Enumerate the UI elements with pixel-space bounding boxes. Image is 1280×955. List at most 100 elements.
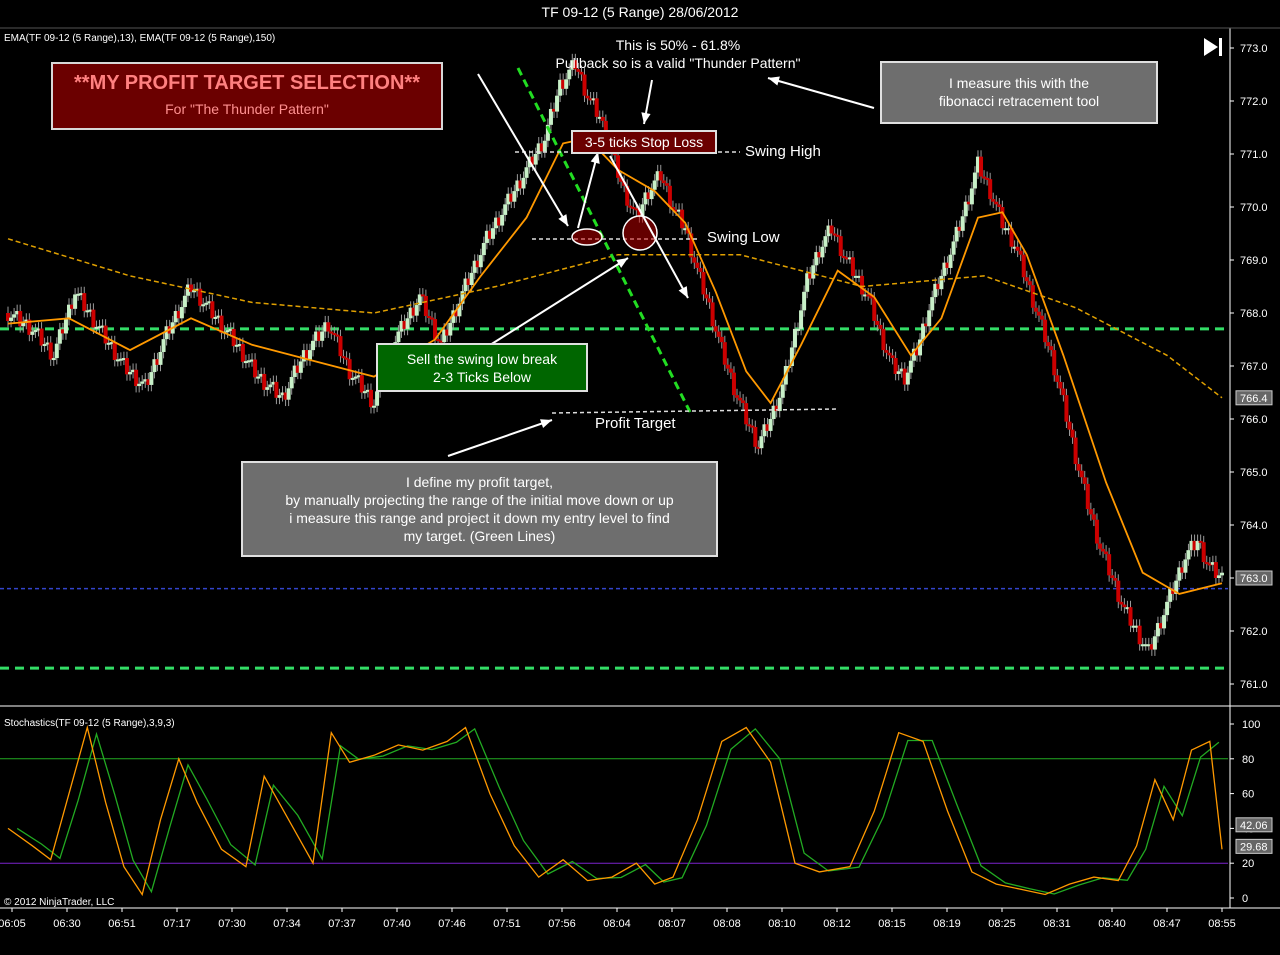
candle-body bbox=[1113, 578, 1118, 581]
price-tick-label: 773.0 bbox=[1240, 43, 1268, 55]
candle-body bbox=[1216, 575, 1221, 578]
candle-body bbox=[792, 328, 797, 348]
annotation-arrow bbox=[489, 257, 629, 346]
candle-body bbox=[994, 201, 999, 205]
candle-body bbox=[713, 326, 718, 332]
candle-body bbox=[298, 361, 303, 373]
x-tick-label: 07:51 bbox=[493, 918, 521, 930]
candle-body bbox=[1018, 250, 1023, 255]
candle-body bbox=[744, 403, 749, 425]
swing-high-label: Swing High bbox=[745, 143, 821, 160]
candle-body bbox=[375, 391, 380, 406]
candle-body bbox=[741, 400, 746, 404]
candle-body bbox=[716, 331, 721, 337]
x-tick-label: 08:04 bbox=[603, 918, 631, 930]
candle-body bbox=[73, 294, 78, 309]
candle-body bbox=[811, 265, 816, 279]
candle-body bbox=[707, 298, 712, 303]
candle-body bbox=[112, 342, 117, 361]
candle-body bbox=[158, 351, 163, 365]
candle-body bbox=[1024, 277, 1029, 282]
candle-body bbox=[103, 325, 108, 344]
stoch-d-tag: 29.68 bbox=[1240, 841, 1268, 853]
candle-body bbox=[1046, 342, 1051, 347]
annotation-arrow bbox=[577, 151, 599, 229]
candle-body bbox=[12, 314, 17, 318]
candle-body bbox=[652, 180, 657, 190]
candle-body bbox=[799, 310, 804, 329]
candle-body bbox=[524, 167, 529, 178]
candle-body bbox=[1055, 375, 1060, 382]
candle-body bbox=[878, 324, 883, 329]
price-tick-label: 770.0 bbox=[1240, 202, 1268, 214]
candle-body bbox=[939, 275, 944, 290]
candle-body bbox=[1137, 625, 1142, 645]
candle-body bbox=[997, 204, 1002, 207]
candle-body bbox=[149, 372, 154, 385]
price-tick-label: 769.0 bbox=[1240, 255, 1268, 267]
candle-body bbox=[692, 257, 697, 263]
candle-body bbox=[1082, 477, 1087, 484]
candle-body bbox=[838, 236, 843, 257]
candle-body bbox=[48, 342, 53, 360]
x-tick-label: 07:46 bbox=[438, 918, 466, 930]
candle-body bbox=[768, 419, 773, 431]
define-line2: by manually projecting the range of the … bbox=[285, 492, 674, 508]
candle-body bbox=[265, 387, 270, 390]
swing-low-label: Swing Low bbox=[707, 229, 780, 246]
pullback-line1: This is 50% - 61.8% bbox=[615, 37, 741, 53]
price-tick-label: 761.0 bbox=[1240, 679, 1268, 691]
candle-body bbox=[1043, 319, 1048, 343]
x-tick-label: 07:34 bbox=[273, 918, 301, 930]
candle-body bbox=[1101, 548, 1106, 552]
x-tick-label: 08:12 bbox=[823, 918, 851, 930]
profit-target-label: Profit Target bbox=[595, 415, 676, 432]
sell-line1: Sell the swing low break bbox=[406, 351, 558, 367]
candle-body bbox=[91, 309, 96, 328]
candle-body bbox=[829, 225, 834, 234]
candle-body bbox=[1119, 601, 1124, 605]
stoch-d-line bbox=[16, 727, 1220, 895]
candle-body bbox=[512, 191, 517, 202]
candle-body bbox=[738, 397, 743, 401]
x-tick-label: 08:10 bbox=[768, 918, 796, 930]
candle-body bbox=[490, 228, 495, 239]
line-price-tag: 763.0 bbox=[1240, 573, 1268, 585]
define-line3: i measure this range and project it down… bbox=[289, 510, 670, 526]
candle-body bbox=[1073, 437, 1078, 465]
candle-body bbox=[1104, 551, 1109, 555]
candle-body bbox=[277, 395, 282, 398]
candle-body bbox=[469, 272, 474, 285]
candle-body bbox=[396, 331, 401, 343]
candle-body bbox=[780, 384, 785, 398]
candle-body bbox=[1183, 559, 1188, 573]
candle-body bbox=[161, 339, 166, 352]
candle-body bbox=[850, 257, 855, 276]
x-tick-label: 06:05 bbox=[0, 918, 26, 930]
candle-body bbox=[725, 364, 730, 369]
candle-body bbox=[1107, 554, 1112, 576]
stoch-tick-label: 100 bbox=[1242, 719, 1260, 731]
fib-line1: I measure this with the bbox=[948, 75, 1090, 91]
x-tick-label: 08:31 bbox=[1043, 918, 1071, 930]
annotation-arrow-head bbox=[768, 76, 780, 86]
stop-loss-box: 3-5 ticks Stop Loss bbox=[571, 130, 717, 154]
candle-body bbox=[311, 340, 316, 351]
candle-body bbox=[979, 156, 984, 177]
price-tick-label: 767.0 bbox=[1240, 361, 1268, 373]
swing-low-circle bbox=[571, 228, 603, 246]
candle-body bbox=[796, 328, 801, 331]
candle-body bbox=[210, 301, 215, 319]
stoch-tick-label: 80 bbox=[1242, 754, 1254, 766]
candle-body bbox=[368, 389, 373, 408]
candle-body bbox=[326, 322, 331, 332]
x-tick-label: 08:47 bbox=[1153, 918, 1181, 930]
candle-body bbox=[268, 384, 273, 388]
candle-body bbox=[802, 291, 807, 311]
candle-body bbox=[1064, 395, 1069, 422]
candle-body bbox=[289, 376, 294, 389]
candle-body bbox=[710, 302, 715, 327]
skip-to-end-icon[interactable] bbox=[1198, 34, 1228, 60]
candle-body bbox=[286, 388, 291, 400]
candle-body bbox=[359, 375, 364, 393]
